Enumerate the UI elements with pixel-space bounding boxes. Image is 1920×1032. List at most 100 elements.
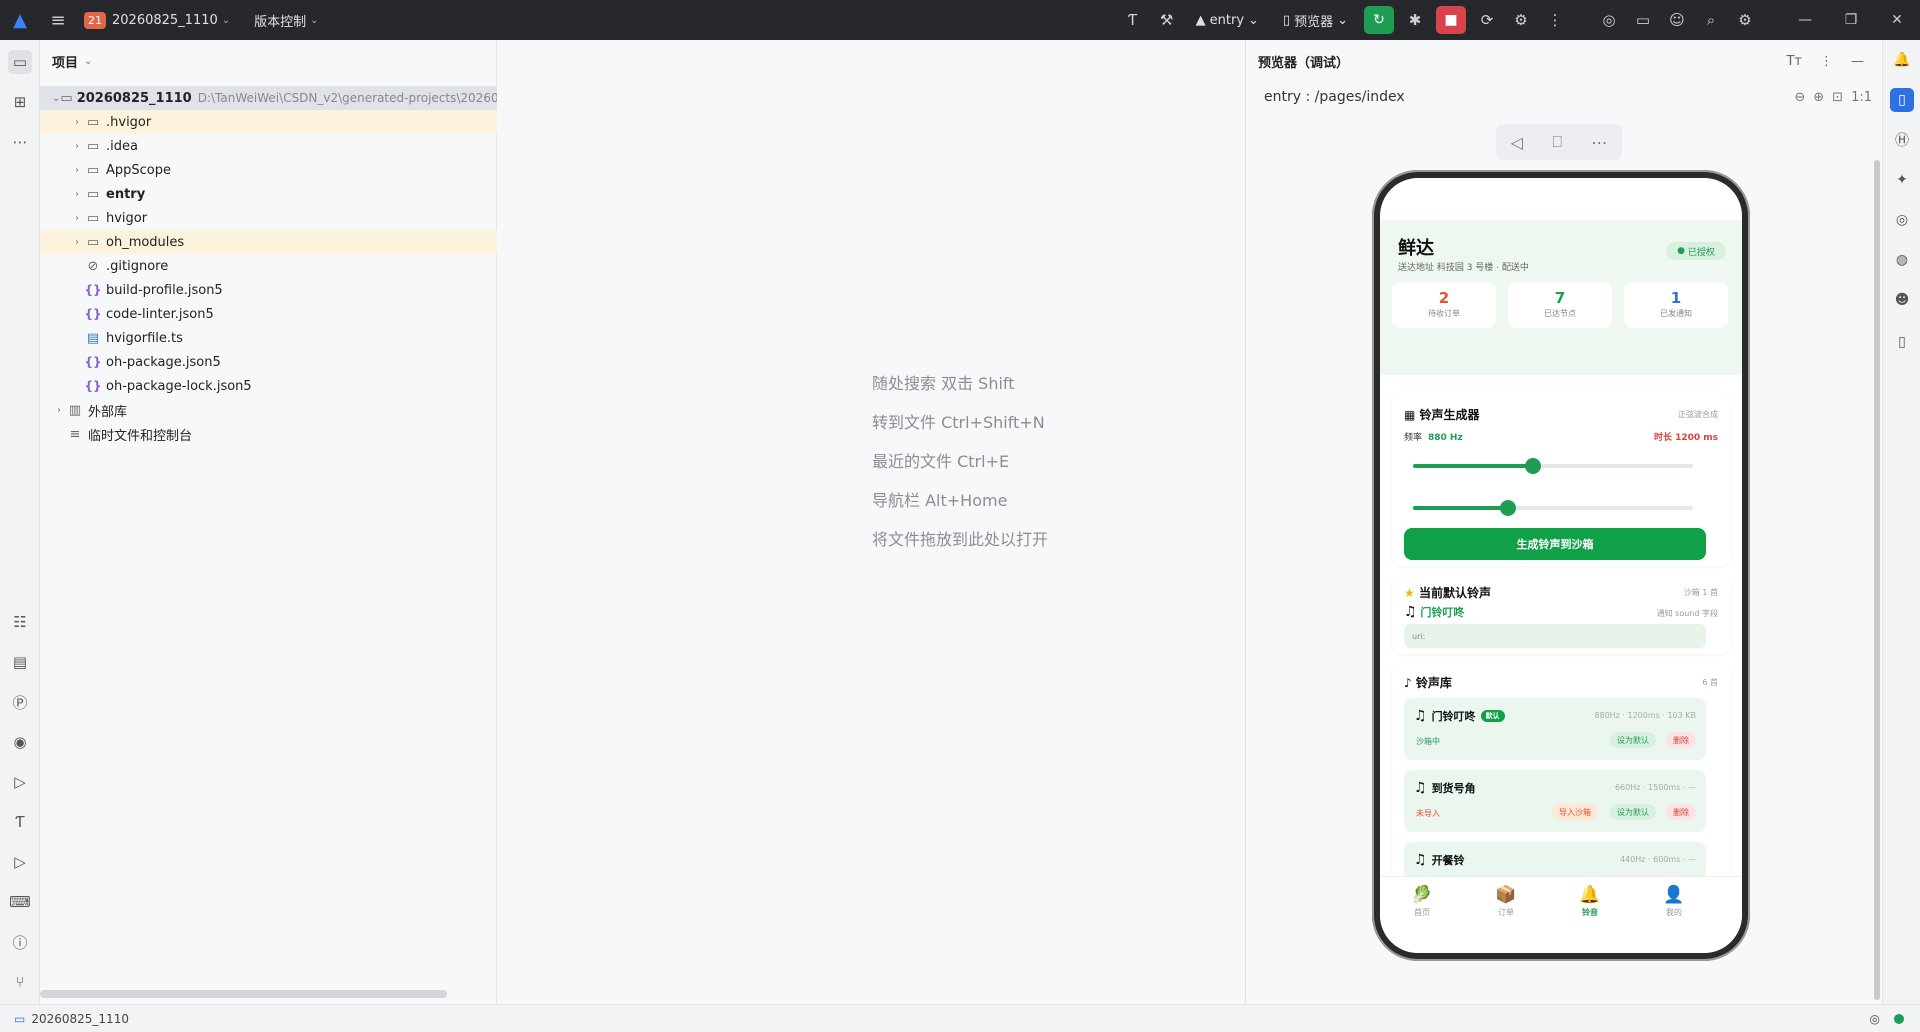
arkui-inspector-icon[interactable]: ◎ (1890, 208, 1914, 232)
json-file-icon: {} (84, 307, 102, 321)
gear-icon[interactable]: ⚙ (1728, 11, 1762, 29)
stat-card[interactable]: 7 已达节点 (1508, 282, 1612, 328)
harmony-icon[interactable]: Ⓗ (1890, 128, 1914, 152)
tab-label: 铃音 (1582, 908, 1598, 917)
more-icon[interactable]: ⋯ (1591, 133, 1607, 152)
close-button[interactable]: ✕ (1874, 12, 1920, 28)
lint-icon[interactable]: Ƭ (8, 810, 32, 834)
horizontal-scrollbar[interactable] (40, 990, 447, 998)
tab-item[interactable]: 🔔 铃音 (1560, 885, 1620, 918)
generate-ringtone-button[interactable]: 生成铃声到沙箱 (1404, 528, 1706, 560)
tab-icon: 🥬 (1411, 885, 1433, 905)
robot-icon[interactable]: ☻ (1890, 288, 1914, 312)
git-icon[interactable]: ⑂ (8, 970, 32, 994)
run-console-icon[interactable]: ▷ (8, 850, 32, 874)
attach-debugger-icon[interactable]: ⚙ (1504, 11, 1538, 29)
more-icon[interactable]: ⋮ (1538, 11, 1572, 29)
device-selector[interactable]: ▯ 预览器 ⌄ (1283, 11, 1348, 30)
layout-icon[interactable]: ▤ (8, 650, 32, 674)
stat-card[interactable]: 1 已发通知 (1624, 282, 1728, 328)
terminal-icon[interactable]: ⌨ (8, 890, 32, 914)
tree-item[interactable]: › ▭ .idea (40, 134, 497, 158)
set-default-button[interactable]: 设为默认 (1610, 804, 1656, 820)
tree-item[interactable]: › ▭ entry (40, 182, 497, 206)
profile-icon[interactable]: Ⓟ (8, 690, 32, 714)
module-selector[interactable]: ▲ entry ⌄ (1196, 13, 1259, 28)
tree-item[interactable]: › ▭ AppScope (40, 158, 497, 182)
problems-icon[interactable]: ⓘ (8, 930, 32, 954)
run-icon[interactable]: ▷ (8, 770, 32, 794)
tab-item[interactable]: 🥬 首页 (1392, 885, 1452, 918)
database-icon[interactable]: ◍ (1890, 248, 1914, 272)
previewer-scrollbar[interactable] (1874, 160, 1880, 1000)
tree-item[interactable]: › ▭ .hvigor (40, 110, 497, 134)
todo-icon[interactable]: ☷ (8, 610, 32, 634)
library-item[interactable]: ♫ 到货号角 660Hz · 1500ms · — 未导入 删除 设为默认 导入沙箱 (1404, 770, 1706, 832)
hint-recent-files: 最近的文件 Ctrl+E (872, 452, 1010, 471)
sync-icon[interactable]: ◎ (1870, 1012, 1880, 1026)
debug-icon[interactable]: ✱ (1398, 11, 1432, 29)
frequency-slider[interactable] (1413, 458, 1693, 474)
inspector-icon[interactable]: ◉ (8, 730, 32, 754)
frequency-slider-knob[interactable] (1525, 458, 1542, 474)
import-sandbox-button[interactable]: 导入沙箱 (1552, 804, 1598, 820)
tree-scratch[interactable]: ≡ 临时文件和控制台 (40, 422, 497, 446)
project-panel-header[interactable]: 项目 ⌄ (40, 40, 496, 82)
tree-root[interactable]: ⌄ ▭ 20260825_1110 D:\TanWeiWei\CSDN_v2\g… (40, 86, 497, 110)
more-icon[interactable]: ⋮ (1820, 54, 1833, 69)
zoom-reset[interactable]: 1:1 (1851, 90, 1872, 105)
main-menu-icon[interactable]: ≡ (40, 10, 76, 31)
apply-changes-icon[interactable]: ⟳ (1470, 11, 1504, 29)
tree-external-libs[interactable]: › ▥ 外部库 (40, 398, 497, 422)
tree-item[interactable]: {} oh-package.json5 (40, 350, 497, 374)
account-icon[interactable]: ☺ (1660, 11, 1694, 29)
notifications-icon[interactable]: 🔔 (1890, 48, 1914, 72)
restore-button[interactable]: ❐ (1828, 12, 1874, 28)
tab-item[interactable]: 👤 我的 (1644, 885, 1704, 918)
project-folder-icon[interactable]: ▭ (8, 50, 32, 74)
delete-button[interactable]: 删除 (1666, 804, 1696, 820)
rerun-button[interactable]: ↻ (1364, 6, 1394, 34)
ai-assistant-icon[interactable]: ✦ (1890, 168, 1914, 192)
minimize-button[interactable]: — (1782, 12, 1828, 28)
vcs-menu[interactable]: 版本控制 (254, 11, 306, 30)
duration-slider[interactable] (1413, 500, 1693, 516)
tree-item[interactable]: ▤ hvigorfile.ts (40, 326, 497, 350)
page-path[interactable]: entry : /pages/index (1264, 89, 1405, 105)
device-icon[interactable]: ▯ (1890, 330, 1914, 354)
minimize-panel-icon[interactable]: — (1851, 54, 1864, 69)
tree-item[interactable]: ⊘ .gitignore (40, 254, 497, 278)
hammer-icon[interactable]: ⚒ (1150, 11, 1184, 29)
font-size-icon[interactable]: Tт (1786, 54, 1802, 69)
set-default-button[interactable]: 设为默认 (1610, 732, 1656, 748)
fit-icon[interactable]: ⊡ (1832, 90, 1843, 105)
library-item[interactable]: ♫ 门铃叮咚 默认 880Hz · 1200ms · 103 KB 沙箱中 删除 设为默认 (1404, 698, 1706, 760)
stop-button[interactable]: ■ (1436, 6, 1466, 34)
more-tools-icon[interactable]: ⋯ (8, 130, 32, 154)
zoom-out-icon[interactable]: ⊖ (1794, 90, 1805, 105)
status-project-name[interactable]: 20260825_1110 (31, 1012, 129, 1026)
tree-item[interactable]: › ▭ oh_modules (40, 230, 497, 254)
tree-item[interactable]: {} build-profile.json5 (40, 278, 497, 302)
delete-button[interactable]: 删除 (1666, 732, 1696, 748)
search-icon[interactable]: ⌕ (1694, 11, 1728, 29)
back-icon[interactable]: ◁ (1511, 133, 1523, 152)
tree-item-label: AppScope (106, 162, 171, 178)
tree-item[interactable]: {} code-linter.json5 (40, 302, 497, 326)
device-manager-icon[interactable]: ▭ (1626, 11, 1660, 29)
structure-icon[interactable]: ⊞ (8, 90, 32, 114)
status-ok-icon[interactable] (1894, 1013, 1904, 1024)
tree-item[interactable]: › ▭ hvigor (40, 206, 497, 230)
tree-item[interactable]: {} oh-package-lock.json5 (40, 374, 497, 398)
duration-slider-knob[interactable] (1500, 500, 1517, 516)
codelinter-icon[interactable]: Ƭ (1116, 11, 1150, 29)
tab-item[interactable]: 📦 订单 (1476, 885, 1536, 918)
profiler-icon[interactable]: ◎ (1592, 11, 1626, 29)
project-selector[interactable]: 20260825_1110 (112, 13, 218, 28)
editor-empty-area[interactable]: 随处搜索 双击 Shift 转到文件 Ctrl+Shift+N 最近的文件 Ct… (497, 40, 1246, 1004)
root-name: 20260825_1110 (76, 90, 192, 106)
stat-card[interactable]: 2 待收订单 (1392, 282, 1496, 328)
previewer-icon[interactable]: ▯ (1890, 88, 1914, 112)
rotate-icon[interactable]: ⎕ (1552, 132, 1562, 152)
zoom-in-icon[interactable]: ⊕ (1813, 90, 1824, 105)
